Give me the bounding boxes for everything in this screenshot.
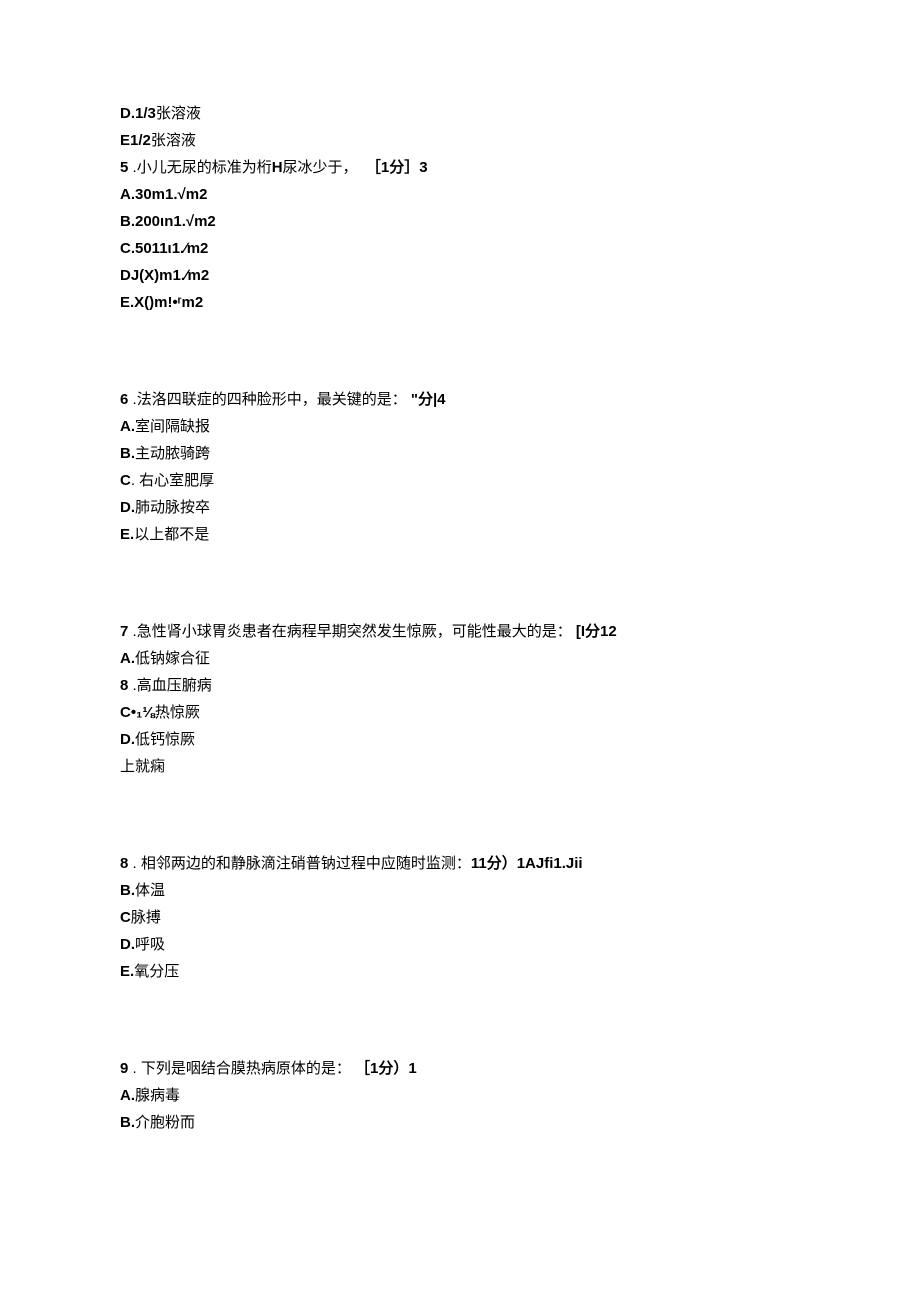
- q8-option-b: B.体温: [120, 877, 800, 904]
- q6-c-text: . 右心室肥厚: [131, 472, 214, 489]
- q6-score: "分|4: [411, 391, 446, 408]
- q8-d-label: D.: [120, 936, 135, 953]
- q9-a-label: A.: [120, 1087, 135, 1104]
- spacer: [120, 985, 800, 1055]
- option-e-label: E1/2: [120, 132, 151, 149]
- q6-option-c: C. 右心室肥厚: [120, 467, 800, 494]
- q6-e-text: 以上都不是: [134, 526, 209, 543]
- q6-text: 法洛四联症的四种脸形中，最关键的是：: [137, 391, 407, 408]
- q7-a-label: A.: [120, 650, 135, 667]
- q5-option-d: DJ(X)m1.∕m2: [120, 262, 800, 289]
- q7-e-text: 上就痫: [120, 758, 165, 775]
- q5-option-a: A.30m1.√m2: [120, 181, 800, 208]
- q8-e-label: E.: [120, 963, 134, 980]
- q5-option-e: E.X()m!•ʳm2: [120, 289, 800, 316]
- q8-e-text: 氧分压: [134, 963, 179, 980]
- spacer: [120, 316, 800, 386]
- option-d-label: D.1/3: [120, 105, 156, 122]
- q7-d-label: D.: [120, 731, 135, 748]
- q7-d-text: 低钙惊厥: [135, 731, 195, 748]
- q6-dot: .: [128, 391, 136, 408]
- q5-option-b: B.200ιn1.√m2: [120, 208, 800, 235]
- q6-e-label: E.: [120, 526, 134, 543]
- q7-option-d: D.低钙惊厥: [120, 726, 800, 753]
- q9-a-text: 腺病毒: [135, 1087, 180, 1104]
- q9-score: ［1分）1: [355, 1060, 417, 1077]
- q7-b-text: 高血压腑病: [137, 677, 212, 694]
- q7-score: [I分12: [576, 623, 617, 640]
- q9-b-text: 介胞粉而: [135, 1114, 195, 1131]
- q6-b-label: B.: [120, 445, 135, 462]
- q5-score: ［1分］3: [366, 159, 428, 176]
- q7-c-text: 热惊厥: [155, 704, 200, 721]
- q7-a-text: 低钠嫁合征: [135, 650, 210, 667]
- question-5-stem: 5 .小儿无尿的标准为桁H尿冰少于， ［1分］3: [120, 154, 800, 181]
- q8-option-e: E.氧分压: [120, 958, 800, 985]
- q8-text: 相邻两边的和静脉滴注硝普钠过程中应随时监测：: [137, 855, 471, 872]
- q8-c-label: C: [120, 909, 131, 926]
- q6-a-label: A.: [120, 418, 135, 435]
- q6-option-b: B.主动脓骑跨: [120, 440, 800, 467]
- q6-d-text: 肺动脉按卒: [135, 499, 210, 516]
- q7-dot: .: [128, 623, 136, 640]
- question-9-stem: 9 . 下列是咽结合膜热病原体的是： ［1分）1: [120, 1055, 800, 1082]
- q7-b-dot: .: [128, 677, 136, 694]
- option-d: D.1/3张溶液: [120, 100, 800, 127]
- spacer: [120, 780, 800, 850]
- q9-b-label: B.: [120, 1114, 135, 1131]
- question-7-stem: 7 .急性肾小球胃炎患者在病程早期突然发生惊厥，可能性最大的是： [I分12: [120, 618, 800, 645]
- q7-option-e: 上就痫: [120, 753, 800, 780]
- q5-bold-mid: H: [272, 159, 283, 176]
- q8-c-text: 脉搏: [131, 909, 161, 926]
- q8-score: 11分）1AJfi1.Jii: [471, 855, 583, 872]
- q9-option-a: A.腺病毒: [120, 1082, 800, 1109]
- q8-b-label: B.: [120, 882, 135, 899]
- option-e: E1/2张溶液: [120, 127, 800, 154]
- q6-b-text: 主动脓骑跨: [135, 445, 210, 462]
- q9-dot: .: [128, 1060, 136, 1077]
- q7-option-b: 8 .高血压腑病: [120, 672, 800, 699]
- q8-b-text: 体温: [135, 882, 165, 899]
- q9-text: 下列是咽结合膜热病原体的是：: [137, 1060, 351, 1077]
- q8-option-d: D.呼吸: [120, 931, 800, 958]
- question-8-stem: 8 . 相邻两边的和静脉滴注硝普钠过程中应随时监测：11分）1AJfi1.Jii: [120, 850, 800, 877]
- q7-option-a: A.低钠嫁合征: [120, 645, 800, 672]
- q5-text-pre: 小儿无尿的标准为桁: [137, 159, 272, 176]
- q5-option-c: C.5011ι1.∕m2: [120, 235, 800, 262]
- q6-option-e: E.以上都不是: [120, 521, 800, 548]
- q6-c-label: C: [120, 472, 131, 489]
- question-6-stem: 6 .法洛四联症的四种脸形中，最关键的是： "分|4: [120, 386, 800, 413]
- q7-text: 急性肾小球胃炎患者在病程早期突然发生惊厥，可能性最大的是：: [137, 623, 572, 640]
- q7-option-c: C•₁⅛热惊厥: [120, 699, 800, 726]
- q8-dot: .: [128, 855, 136, 872]
- q6-d-label: D.: [120, 499, 135, 516]
- q6-option-a: A.室间隔缺报: [120, 413, 800, 440]
- q8-d-text: 呼吸: [135, 936, 165, 953]
- option-e-text: 张溶液: [151, 132, 196, 149]
- q6-a-text: 室间隔缺报: [135, 418, 210, 435]
- spacer: [120, 548, 800, 618]
- q6-option-d: D.肺动脉按卒: [120, 494, 800, 521]
- q8-option-c: C脉搏: [120, 904, 800, 931]
- q5-dot: .: [128, 159, 136, 176]
- option-d-text: 张溶液: [156, 105, 201, 122]
- q5-text-post: 尿冰少于，: [283, 159, 358, 176]
- q7-c-label: C•₁⅛: [120, 704, 155, 721]
- q9-option-b: B.介胞粉而: [120, 1109, 800, 1136]
